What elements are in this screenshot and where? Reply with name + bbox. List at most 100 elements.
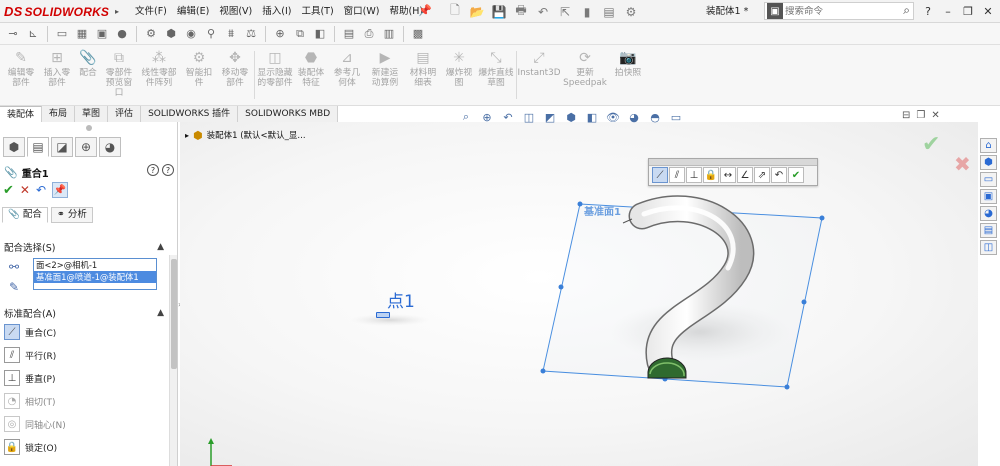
collapse-chevron-icon[interactable]: ▲: [157, 242, 164, 252]
undo-icon[interactable]: ↶: [36, 183, 46, 197]
view-orientation-icon[interactable]: ⬢: [563, 109, 579, 125]
tab-assembly[interactable]: 装配体: [0, 106, 43, 122]
show-hidden-components-button[interactable]: ◫ 显示隐藏的零部件: [257, 48, 293, 104]
tab-mates[interactable]: 📎 配合: [2, 207, 48, 223]
plane-edge-handle[interactable]: [558, 284, 564, 290]
zoom-to-area-icon[interactable]: ⊕: [479, 109, 495, 125]
display-icon[interactable]: ▭: [53, 25, 71, 43]
scrollbar-thumb[interactable]: [171, 259, 177, 369]
insert-component-button[interactable]: ⊞ 插入零部件: [40, 48, 74, 104]
flip-alignment-icon[interactable]: ⇗: [754, 167, 770, 183]
settings-wheel-icon[interactable]: ⚙: [142, 25, 160, 43]
perpendicular-icon[interactable]: ⊥: [686, 167, 702, 183]
smart-fasteners-button[interactable]: ⚙ 智能扣件: [182, 48, 216, 104]
perpendicular-mate-option[interactable]: ⊥ 垂直(P): [4, 369, 55, 387]
plane-corner-handle[interactable]: [819, 215, 825, 221]
menu-insert[interactable]: 插入(I): [257, 0, 296, 23]
multi-mate-icon[interactable]: ✎: [5, 279, 23, 295]
coincident-icon[interactable]: ⟋: [652, 167, 668, 183]
edit-appearance-icon[interactable]: ◕: [626, 109, 642, 125]
linear-pattern-button[interactable]: ⁂ 线性零部件阵列: [138, 48, 180, 104]
menu-edit[interactable]: 编辑(E): [172, 0, 214, 23]
move-component-button[interactable]: ✥ 移动零部件: [218, 48, 252, 104]
print-icon[interactable]: 🖶: [512, 3, 530, 21]
instant3d-button[interactable]: ⤢ Instant3D: [518, 48, 561, 104]
help-question-icon[interactable]: ?: [147, 164, 159, 176]
plane-corner-handle[interactable]: [577, 201, 583, 207]
standard-mates-header[interactable]: 标准配合(A) ▲: [4, 306, 164, 320]
display-manager-tab-icon[interactable]: ◕: [99, 137, 121, 157]
appearances-icon[interactable]: ◕: [980, 206, 997, 221]
assembly-features-button[interactable]: ⬣ 装配体特征: [294, 48, 328, 104]
logo-menu-arrow-icon[interactable]: ▸: [115, 7, 119, 16]
bill-of-materials-button[interactable]: ▤ 材料明细表: [406, 48, 440, 104]
ruler-icon[interactable]: ⊾: [24, 25, 42, 43]
apply-scene-icon[interactable]: ◓: [647, 109, 663, 125]
exploded-view-button[interactable]: ✳ 爆炸视图: [442, 48, 476, 104]
file-properties-icon[interactable]: ▤: [600, 3, 618, 21]
edit-component-button[interactable]: ✎ 编辑零部件: [4, 48, 38, 104]
minimize-icon[interactable]: –: [938, 0, 958, 23]
search-mode-icon[interactable]: ▣: [767, 3, 783, 19]
viewport-minimize-icon[interactable]: ⊟: [902, 110, 910, 121]
cube-icon[interactable]: ⬢: [162, 25, 180, 43]
list-item[interactable]: 基准面1@喷道-1@装配体1: [34, 271, 156, 283]
select-icon[interactable]: ⇱: [556, 3, 574, 21]
take-snapshot-button[interactable]: 📷 拍快照: [610, 48, 646, 104]
tab-mbd[interactable]: SOLIDWORKS MBD: [238, 106, 339, 122]
cancel-x-icon[interactable]: ✕: [20, 183, 30, 197]
whats-new-icon[interactable]: ?: [162, 164, 174, 176]
reference-geometry-button[interactable]: ⊿ 参考几何体: [330, 48, 364, 104]
tangent-mate-option[interactable]: ◔ 相切(T): [4, 392, 56, 410]
tab-analysis[interactable]: ⚭ 分析: [50, 207, 93, 223]
zoom-area-icon[interactable]: ⊕: [271, 25, 289, 43]
confirm-cancel-icon[interactable]: ✖: [954, 152, 971, 176]
hide-show-items-icon[interactable]: 👁: [605, 109, 621, 125]
menu-file[interactable]: 文件(F): [130, 0, 172, 23]
help-icon[interactable]: ?: [918, 0, 938, 23]
mate-button[interactable]: 📎 配合: [76, 48, 100, 104]
lock-icon[interactable]: 🔒: [703, 167, 719, 183]
tab-addins[interactable]: SOLIDWORKS 插件: [141, 106, 239, 122]
mate-selections-header[interactable]: 配合选择(S) ▲: [4, 240, 164, 254]
panel-scrollbar[interactable]: [169, 255, 177, 466]
menu-window[interactable]: 窗口(W): [339, 0, 385, 23]
solidworks-logo[interactable]: DS SOLIDWORKS: [4, 2, 109, 21]
appearance-icon[interactable]: ◉: [182, 25, 200, 43]
menu-view[interactable]: 视图(V): [214, 0, 257, 23]
mate-selection-list[interactable]: 面<2>@相机-1 基准面1@喷道-1@装配体1: [33, 258, 157, 290]
viewport-close-icon[interactable]: ✕: [931, 110, 939, 121]
update-speedpak-button[interactable]: ⟳ 更新Speedpak: [562, 48, 608, 104]
save-icon[interactable]: 💾: [490, 3, 508, 21]
plane-corner-handle[interactable]: [784, 384, 790, 390]
search-icon[interactable]: ⌕: [903, 3, 910, 18]
tab-layout[interactable]: 布局: [42, 106, 76, 122]
close-icon[interactable]: ✕: [978, 0, 998, 23]
calculator-icon[interactable]: ▩: [409, 25, 427, 43]
rebuild-icon[interactable]: ▮: [578, 3, 596, 21]
new-document-icon[interactable]: 🗋: [446, 3, 464, 21]
measure-icon[interactable]: ⩩: [222, 25, 240, 43]
concentric-mate-option[interactable]: ◎ 同轴心(N): [4, 415, 66, 433]
panel-handle[interactable]: [86, 125, 92, 131]
undo-icon[interactable]: ↶: [534, 3, 552, 21]
dimxpert-tab-icon[interactable]: ⊕: [75, 137, 97, 157]
open-document-icon[interactable]: 📂: [468, 3, 486, 21]
pin-dialog-icon[interactable]: 📌: [52, 182, 69, 198]
solidworks-forum-icon[interactable]: ◫: [980, 240, 997, 255]
menu-tools[interactable]: 工具(T): [296, 0, 338, 23]
scale-icon[interactable]: ⚖: [242, 25, 260, 43]
zoom-to-fit-icon[interactable]: ⌕: [458, 109, 474, 125]
display-style-icon[interactable]: ◧: [584, 109, 600, 125]
custom-properties-icon[interactable]: ▤: [980, 223, 997, 238]
datum-plane[interactable]: [542, 203, 823, 388]
collapse-chevron-icon[interactable]: ▲: [157, 308, 164, 318]
restore-icon[interactable]: ❐: [958, 0, 978, 23]
print-preview-icon[interactable]: ⎙: [360, 25, 378, 43]
angle-icon[interactable]: ∠: [737, 167, 753, 183]
popup-title-bar[interactable]: [649, 159, 817, 166]
parallel-icon[interactable]: ⫽: [669, 167, 685, 183]
lock-mate-option[interactable]: 🔒 锁定(O): [4, 438, 57, 456]
flyout-feature-tree-node[interactable]: ▸ ⬢ 装配体1 (默认<默认_显...: [185, 128, 306, 142]
file-explorer-icon[interactable]: ▭: [980, 172, 997, 187]
